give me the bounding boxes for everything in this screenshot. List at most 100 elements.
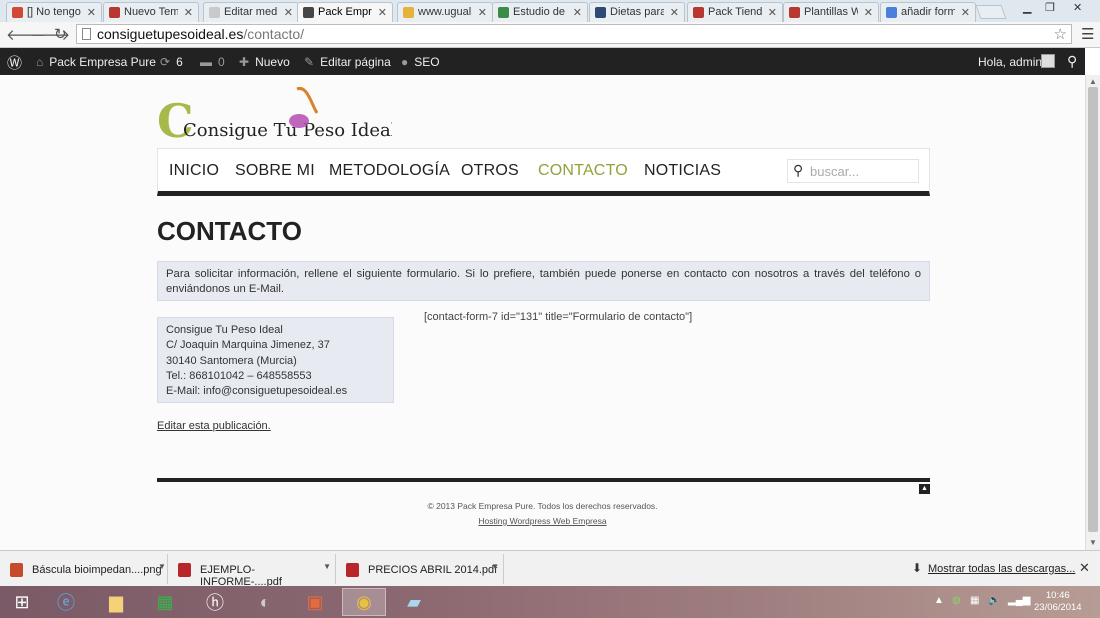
tab-label: Editar medio — [224, 6, 278, 18]
tray-app-icon[interactable]: ▦ — [970, 595, 979, 606]
close-tab-icon[interactable]: ✕ — [961, 6, 970, 19]
home-icon: ⌂ — [36, 55, 44, 69]
admin-new[interactable]: ✚ Nuevo — [239, 55, 290, 69]
url-path: /contacto/ — [243, 26, 305, 42]
show-all-downloads-link[interactable]: Mostrar todas las descargas... — [928, 563, 1075, 575]
admin-site-name[interactable]: ⌂ Pack Empresa Pure — [36, 55, 156, 69]
wordpress-logo-icon[interactable]: Ⓦ — [7, 52, 22, 73]
tab-7[interactable]: Dietas para p ✕ — [589, 2, 685, 22]
bookmark-star-icon[interactable]: ☆ — [1054, 25, 1067, 43]
close-tab-icon[interactable]: ✕ — [670, 6, 679, 19]
search-icon: ⚲ — [793, 162, 804, 178]
tab-label: Dietas para p — [610, 6, 664, 18]
tab-5[interactable]: www.ugualit ✕ — [397, 2, 493, 22]
folder-icon[interactable]: ▆ — [94, 588, 138, 616]
chrome-menu-icon[interactable]: ☰ — [1081, 25, 1094, 43]
close-tab-icon[interactable]: ✕ — [284, 6, 293, 19]
back-to-top-icon[interactable]: ▲ — [919, 484, 930, 494]
tab-label: añadir form — [901, 6, 955, 18]
restore-icon[interactable]: ❐ — [1045, 1, 1055, 14]
gmail-icon — [12, 7, 23, 18]
minimize-icon[interactable]: ▁ — [1023, 1, 1031, 14]
notepad-icon[interactable]: ▰ — [392, 588, 436, 616]
admin-comments[interactable]: ▬ 0 — [200, 55, 225, 69]
menu-item-sobre-mi[interactable]: SOBRE MI — [235, 162, 315, 180]
tab-8[interactable]: Pack Tienda ✕ — [687, 2, 783, 22]
menu-item-metodologia[interactable]: METODOLOGÍA — [329, 162, 450, 180]
excel-icon[interactable]: ▦ — [143, 588, 187, 616]
search-icon[interactable]: ⚲ — [1067, 53, 1077, 70]
close-tab-icon[interactable]: ✕ — [768, 6, 777, 19]
tab-9[interactable]: Plantillas W ✕ — [783, 2, 879, 22]
footer-copyright: © 2013 Pack Empresa Pure. Todos los dere… — [427, 501, 658, 511]
page-scrollbar[interactable]: ▲ ▼ — [1085, 75, 1100, 550]
download-item[interactable]: Báscula bioimpedan....png — [0, 554, 168, 584]
taskbar-clock[interactable]: 10:46 23/06/2014 — [1034, 590, 1082, 614]
scrollbar-thumb[interactable] — [1088, 87, 1098, 532]
url-input[interactable]: consiguetupesoideal.es/contacto/ ☆ — [76, 24, 1072, 44]
site-logo[interactable]: C Consigue Tu Peso Ideal — [157, 83, 392, 143]
chevron-down-icon[interactable]: ▼ — [158, 562, 166, 571]
close-tab-icon[interactable]: ✕ — [184, 6, 193, 19]
gear-icon — [498, 7, 509, 18]
edit-post-link[interactable]: Editar esta publicación. — [157, 420, 271, 432]
reload-icon[interactable]: ↻ — [54, 25, 67, 43]
menu-item-otros[interactable]: OTROS — [461, 162, 519, 180]
tray-app-icon[interactable]: ◍ — [952, 595, 961, 606]
close-tab-icon[interactable]: ✕ — [378, 6, 387, 19]
tab-2[interactable]: Nuevo Tema ✕ — [103, 2, 199, 22]
close-tab-icon[interactable]: ✕ — [478, 6, 487, 19]
tab-label: www.ugualit — [418, 6, 472, 18]
vk-icon — [595, 7, 606, 18]
powerpoint-icon[interactable]: ▣ — [293, 588, 337, 616]
seo-dot-icon: ● — [401, 55, 409, 69]
close-tab-icon[interactable]: ✕ — [87, 6, 96, 19]
tab-1[interactable]: [] No tengo ✕ — [6, 2, 102, 22]
volume-icon[interactable]: 🔈 — [988, 595, 1000, 606]
hp-icon[interactable]: ⓗ — [193, 588, 237, 616]
tab-3[interactable]: Editar medio ✕ — [203, 2, 299, 22]
network-icon[interactable]: ▂▄▆ — [1008, 595, 1030, 606]
app-icon[interactable]: ◐ — [243, 588, 287, 616]
close-tab-icon[interactable]: ✕ — [573, 6, 582, 19]
tab-label: [] No tengo — [27, 6, 81, 18]
tray-expand-icon[interactable]: ▲ — [934, 595, 944, 606]
admin-seo[interactable]: ● SEO — [401, 55, 440, 69]
close-tab-icon[interactable]: ✕ — [864, 6, 873, 19]
menu-item-contacto[interactable]: CONTACTO — [538, 162, 628, 180]
close-icon[interactable]: ✕ — [1079, 560, 1090, 576]
tab-4[interactable]: Pack Empresa ✕ — [297, 2, 393, 22]
clock-time: 10:46 — [1045, 590, 1070, 601]
tab-label: Plantillas W — [804, 6, 858, 18]
menu-item-noticias[interactable]: NOTICIAS — [644, 162, 721, 180]
admin-edit-page[interactable]: ✎ Editar página — [304, 55, 391, 69]
scroll-down-icon[interactable]: ▼ — [1089, 538, 1097, 547]
start-windows-icon[interactable]: ⊞ — [0, 588, 44, 616]
windows-taskbar: ⊞ ⓔ ▆ ▦ ⓗ ◐ ▣ ◉ ▰ ▲ ◍ ▦ 🔈 ▂▄▆ 10:46 23/0… — [0, 586, 1100, 618]
chevron-down-icon[interactable]: ▼ — [491, 562, 499, 571]
search-input[interactable]: ⚲ buscar... — [787, 159, 919, 183]
tab-6[interactable]: Estudio de c ✕ — [492, 2, 588, 22]
chrome-icon[interactable]: ◉ — [342, 588, 386, 616]
contact-form-shortcode: [contact-form-7 id="131" title="Formular… — [424, 311, 693, 323]
address-line: Tel.: 868101042 – 648558553 — [166, 369, 312, 382]
download-item[interactable]: EJEMPLO-INFORME-....pdf ▼ — [168, 554, 336, 588]
tab-label: Nuevo Tema — [124, 6, 178, 18]
new-tab-button[interactable] — [975, 5, 1007, 19]
download-item[interactable]: PRECIOS ABRIL 2014.pdf ▼ — [336, 554, 504, 584]
comment-icon: ▬ — [200, 55, 212, 69]
pencil-icon: ✎ — [304, 55, 315, 69]
chevron-down-icon[interactable]: ▼ — [323, 562, 331, 571]
scroll-up-icon[interactable]: ▲ — [1089, 77, 1097, 86]
wordpress-icon — [303, 7, 314, 18]
address-line: 30140 Santomera (Murcia) — [166, 354, 297, 367]
avatar[interactable] — [1041, 54, 1055, 68]
admin-greeting[interactable]: Hola, admin — [978, 55, 1042, 69]
admin-updates[interactable]: ⟳ 6 — [160, 55, 183, 69]
menu-item-inicio[interactable]: INICIO — [169, 162, 219, 180]
tab-10[interactable]: añadir form ✕ — [880, 2, 976, 22]
hosting-link[interactable]: Hosting Wordpress Web Empresa — [478, 516, 606, 526]
ie-icon[interactable]: ⓔ — [44, 588, 88, 616]
close-window-icon[interactable]: ✕ — [1073, 1, 1082, 14]
browser-tab-strip: [] No tengo✕Nuevo Tema✕Editar medio✕Pack… — [0, 0, 1100, 22]
